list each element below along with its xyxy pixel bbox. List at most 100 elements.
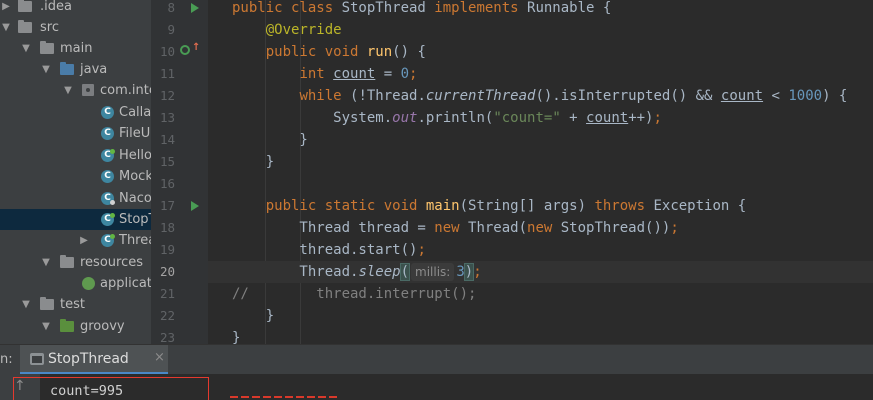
semicolon: ; [670, 220, 679, 236]
console-output[interactable]: ↑ count=995 [0, 374, 873, 400]
tree-item-label: resources [80, 255, 144, 270]
class-icon: C [101, 127, 114, 140]
code-line-12[interactable]: while (!Thread.currentThread().isInterru… [208, 85, 873, 107]
tree-item-idea[interactable]: ▶ .idea [0, 0, 151, 17]
code-line-15[interactable]: } [208, 151, 873, 173]
code-token: && [695, 88, 721, 104]
code-line-22[interactable]: } [208, 305, 873, 327]
method-name: run [366, 44, 393, 60]
class-icon: C [101, 106, 114, 119]
runnable-overlay-icon [110, 149, 115, 154]
chevron-down-icon[interactable]: ▼ [0, 17, 12, 38]
runnable-overlay-icon [110, 213, 115, 218]
line-number: 16 [159, 176, 175, 191]
tree-item-class[interactable]: C Naco [0, 188, 151, 209]
tree-item-test[interactable]: ▼ test [0, 294, 151, 315]
tree-item-label: .idea [40, 0, 72, 14]
tree-item-main[interactable]: ▼ main [0, 38, 151, 59]
line-number: 15 [159, 154, 175, 169]
keyword: implements [434, 0, 528, 16]
tree-item-config[interactable]: applicati [0, 273, 151, 294]
chevron-right-icon[interactable]: ▶ [0, 0, 12, 17]
paren-match: ( [399, 263, 411, 281]
chevron-down-icon[interactable]: ▼ [40, 316, 52, 337]
code-line-18[interactable]: Thread thread = new Thread(new StopThrea… [208, 217, 873, 239]
chevron-down-icon[interactable]: ▼ [40, 59, 52, 80]
code-token: () { [392, 44, 426, 60]
class-name: StopThread [341, 0, 435, 16]
code-line-17[interactable]: public static void main(String[] args) t… [208, 195, 873, 217]
code-editor[interactable]: public class StopThread implements Runna… [208, 0, 873, 344]
close-icon[interactable]: × [154, 350, 165, 365]
tree-item-label: FileU [119, 126, 151, 141]
parameter-hint: millis: [411, 263, 455, 281]
static-field: out [392, 110, 418, 126]
tree-item-class[interactable]: C Callab [0, 102, 151, 123]
console-icon [30, 353, 44, 365]
code-token: ++) [628, 110, 654, 126]
project-tree: ▶ .idea ▼ src ▼ main ▼ java ▼ com.inte C… [0, 0, 151, 344]
code-line-21[interactable]: // thread.interrupt(); [208, 283, 873, 305]
source-folder-icon [60, 62, 74, 75]
up-arrow-icon[interactable]: ↑ [192, 42, 200, 53]
code-token: Thread( [468, 220, 528, 236]
chevron-right-icon[interactable]: ▶ [78, 230, 90, 251]
tree-item-class[interactable]: C FileU [0, 123, 151, 144]
run-class-icon[interactable] [191, 3, 199, 13]
package-icon [82, 84, 94, 96]
tree-item-package[interactable]: ▼ com.inte [0, 80, 151, 101]
tree-item-label: main [60, 41, 93, 56]
code-token: (!Thread. [350, 88, 426, 104]
code-line-10[interactable]: public void run() { [208, 41, 873, 63]
code-token: Runnable { [527, 0, 612, 16]
chevron-down-icon[interactable]: ▼ [40, 252, 52, 273]
chevron-down-icon[interactable]: ▼ [20, 294, 32, 315]
tree-item-class-selected[interactable]: C StopT [0, 209, 151, 230]
tree-item-java[interactable]: ▼ java [0, 59, 151, 80]
keyword: public void [265, 44, 367, 60]
code-token: ) { [822, 88, 848, 104]
code-line-23[interactable]: } [208, 327, 873, 344]
console-line: count=995 [50, 383, 124, 399]
code-line-13[interactable]: System.out.println("count=" + count++); [208, 107, 873, 129]
tree-item-resources[interactable]: ▼ resources [0, 252, 151, 273]
tree-item-class[interactable]: C Hello [0, 145, 151, 166]
tree-item-src[interactable]: ▼ src [0, 17, 151, 38]
semicolon: ; [653, 110, 662, 126]
code-line-14[interactable]: } [208, 129, 873, 151]
tree-item-label: java [80, 62, 108, 77]
tree-item-class[interactable]: ▶ C Threa [0, 230, 151, 251]
code-line-16[interactable] [208, 173, 873, 195]
line-number: 21 [159, 286, 175, 301]
tree-item-label: applicati [100, 276, 151, 291]
tree-item-class[interactable]: C Mock [0, 166, 151, 187]
string-literal: "count=" [493, 110, 561, 126]
handwritten-annotation [230, 396, 360, 400]
keyword: new [527, 220, 561, 236]
tree-item-label: StopT [119, 212, 151, 227]
code-line-20-current[interactable]: Thread.sleep(millis: 3); [208, 261, 873, 283]
code-token: } [232, 132, 308, 148]
static-method: currentThread [425, 88, 536, 104]
chevron-down-icon[interactable]: ▼ [62, 80, 74, 101]
tree-item-label: Naco [119, 191, 151, 206]
tree-item-label: Callab [119, 105, 151, 120]
chevron-down-icon[interactable]: ▼ [20, 38, 32, 59]
code-line-11[interactable]: int count = 0; [208, 63, 873, 85]
code-line-9[interactable]: @Override [208, 19, 873, 41]
code-token: } [232, 330, 241, 344]
variable: count [720, 88, 764, 104]
paren-match: ) [463, 263, 475, 281]
run-tab-stopthread[interactable]: StopThread × [20, 345, 168, 375]
tree-item-groovy[interactable]: ▼ groovy [0, 316, 151, 337]
implements-method-icon[interactable] [180, 45, 190, 55]
semicolon: ; [473, 264, 482, 280]
run-main-icon[interactable] [191, 201, 199, 211]
code-line-19[interactable]: thread.start(); [208, 239, 873, 261]
code-line-8[interactable]: public class StopThread implements Runna… [208, 0, 873, 19]
line-number-current: 20 [159, 264, 175, 279]
